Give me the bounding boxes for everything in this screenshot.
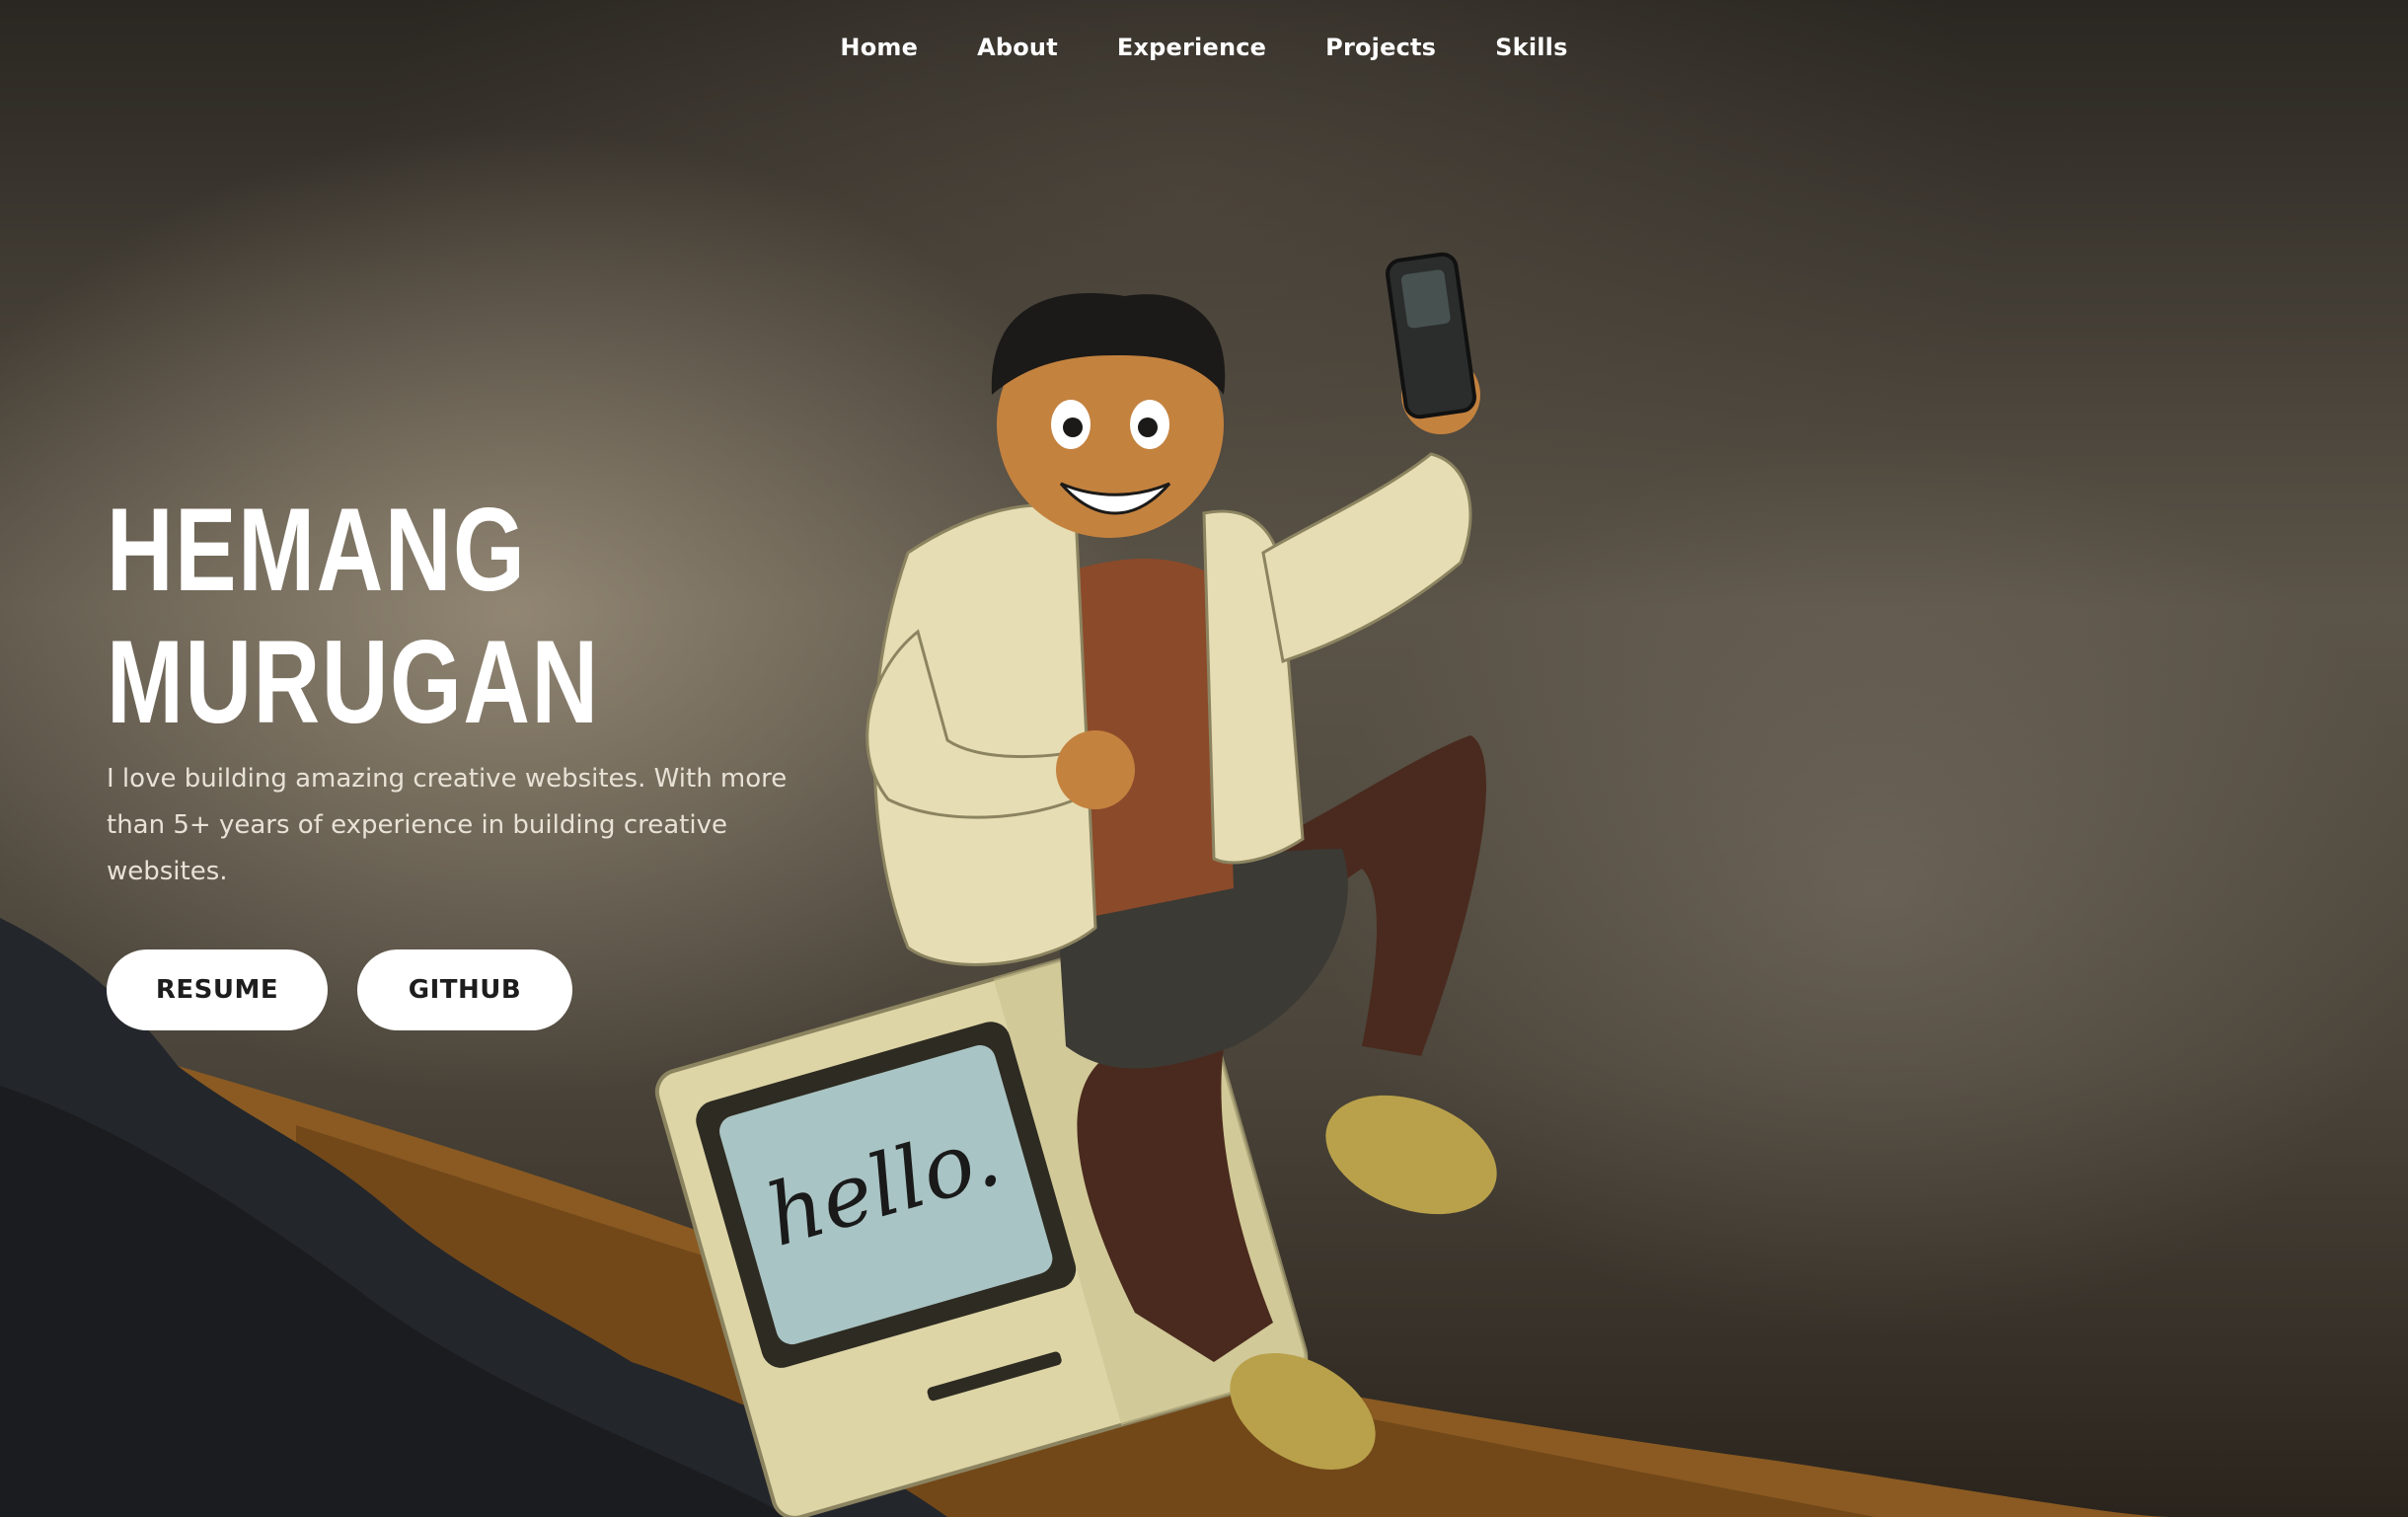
- hero-name-line2: MURUGAN: [107, 616, 600, 748]
- nav-experience[interactable]: Experience: [1117, 30, 1266, 65]
- github-button[interactable]: GITHUB: [357, 949, 572, 1030]
- shoe-icon: [1325, 1095, 1497, 1215]
- top-nav: Home About Experience Projects Skills: [0, 30, 2408, 65]
- nav-about[interactable]: About: [977, 30, 1058, 65]
- resume-button[interactable]: RESUME: [107, 949, 328, 1030]
- hero-actions: RESUME GITHUB: [107, 949, 857, 1030]
- hero-name: HEMANG MURUGAN: [107, 484, 692, 748]
- hero-section: hello. Home About Experience Projects Sk…: [0, 0, 2408, 1517]
- hero-bio: I love building amazing creative website…: [107, 764, 788, 886]
- hero-name-line1: HEMANG: [107, 484, 527, 616]
- nav-projects[interactable]: Projects: [1325, 30, 1436, 65]
- hero-text: HEMANG MURUGAN I love building amazing c…: [107, 484, 857, 1030]
- nav-home[interactable]: Home: [840, 30, 918, 65]
- nav-skills[interactable]: Skills: [1495, 30, 1567, 65]
